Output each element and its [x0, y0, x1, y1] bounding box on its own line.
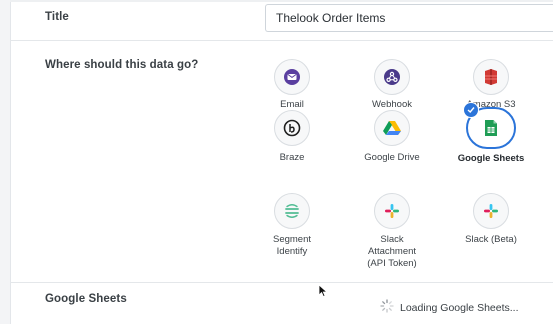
email-icon	[274, 59, 310, 95]
braze-icon	[274, 110, 310, 146]
webhook-icon	[374, 59, 410, 95]
form-panel: Title Where should this data go? Email W…	[0, 0, 553, 324]
segment-icon	[274, 193, 310, 229]
destination-amazon-s3[interactable]: Amazon S3	[446, 59, 536, 111]
spinner-icon	[380, 299, 394, 316]
title-label: Title	[45, 11, 69, 23]
row-divider	[10, 40, 553, 41]
loading-text: Loading Google Sheets...	[400, 301, 519, 314]
destination-segment-identify-label: Segment Identify	[272, 234, 312, 257]
slack-icon	[374, 193, 410, 229]
loading-indicator: Loading Google Sheets...	[380, 299, 519, 316]
google-sheets-icon	[463, 102, 516, 149]
destination-braze-label: Braze	[279, 152, 305, 163]
amazon-s3-icon	[473, 59, 509, 95]
destination-slack-beta-label: Slack (Beta)	[465, 234, 517, 245]
top-divider	[10, 0, 553, 2]
title-input[interactable]	[265, 4, 553, 32]
destination-google-drive[interactable]: Google Drive	[347, 110, 437, 164]
destination-slack-attachment-label: Slack Attachment (API Token)	[367, 234, 417, 269]
google-sheets-section-label: Google Sheets	[45, 293, 127, 305]
destination-label: Where should this data go?	[45, 59, 199, 71]
row-divider	[10, 282, 553, 283]
destination-email[interactable]: Email	[247, 59, 337, 111]
destination-google-drive-label: Google Drive	[364, 152, 420, 163]
destination-google-sheets-label: Google Sheets	[457, 153, 525, 164]
google-drive-icon	[374, 110, 410, 146]
selected-check-icon	[463, 102, 479, 118]
destination-braze[interactable]: Braze	[247, 110, 337, 164]
slack-icon	[473, 193, 509, 229]
mouse-pointer-icon	[318, 284, 328, 303]
destination-webhook[interactable]: Webhook	[347, 59, 437, 111]
destination-segment-identify[interactable]: Segment Identify	[247, 193, 337, 258]
destination-slack-beta[interactable]: Slack (Beta)	[446, 193, 536, 246]
destination-google-sheets[interactable]: Google Sheets	[446, 102, 536, 165]
left-gutter	[0, 0, 11, 324]
destination-slack-attachment[interactable]: Slack Attachment (API Token)	[347, 193, 437, 270]
